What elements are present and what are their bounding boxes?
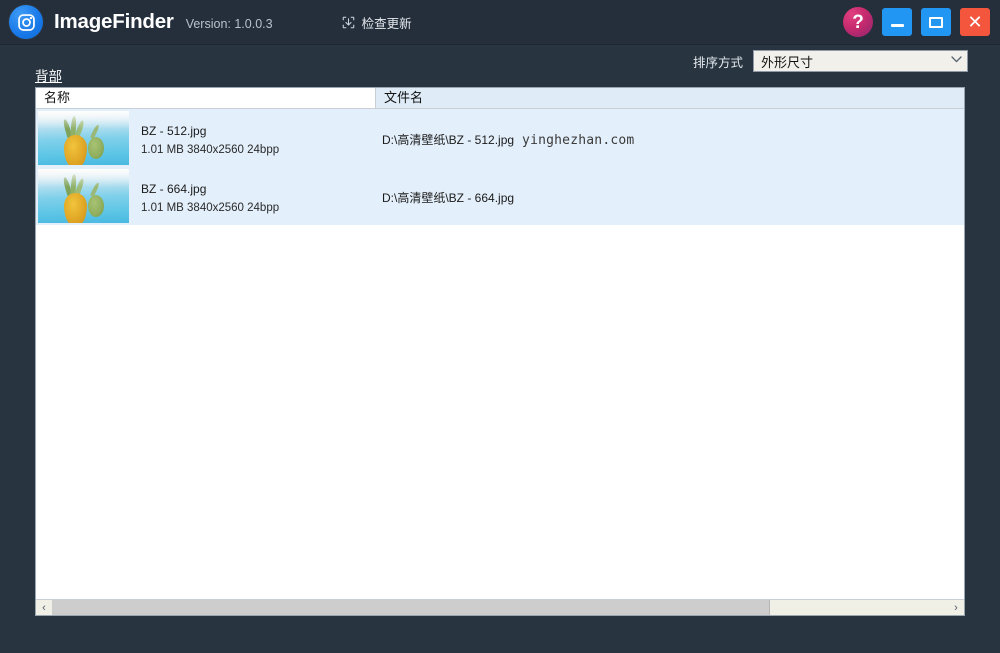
check-update-label: 检查更新 xyxy=(361,16,412,31)
download-box-icon xyxy=(341,15,356,30)
camera-icon xyxy=(9,5,43,39)
app-logo xyxy=(9,5,43,39)
close-icon: ✕ xyxy=(967,12,983,32)
help-button[interactable]: ? xyxy=(843,7,873,37)
scroll-right-arrow-icon[interactable]: › xyxy=(948,600,964,615)
file-name-label: BZ - 664.jpg xyxy=(141,182,207,196)
image-list-panel: 名称 文件名 BZ - 512.jpg 1.01 MB 3840x2560 24… xyxy=(35,87,965,616)
minimize-icon xyxy=(890,24,904,27)
row-meta: BZ - 512.jpg 1.01 MB 3840x2560 24bpp xyxy=(141,109,279,159)
maximize-icon xyxy=(929,16,943,28)
file-info-label: 1.01 MB 3840x2560 24bpp xyxy=(141,202,280,215)
maximize-button[interactable] xyxy=(921,8,951,36)
table-row[interactable]: BZ - 512.jpg 1.01 MB 3840x2560 24bpp D:\… xyxy=(36,109,964,167)
file-path-label: D:\高清壁纸\BZ - 512.jpg xyxy=(382,133,515,147)
sort-select[interactable]: 外形尺寸 xyxy=(753,50,968,72)
table-row[interactable]: BZ - 664.jpg 1.01 MB 3840x2560 24bpp D:\… xyxy=(36,167,964,225)
row-path-cell: D:\高清壁纸\BZ - 664.jpg xyxy=(376,167,964,206)
back-link[interactable]: 背部 xyxy=(35,65,62,85)
row-meta: BZ - 664.jpg 1.01 MB 3840x2560 24bpp xyxy=(141,167,279,217)
row-name-cell: BZ - 664.jpg 1.01 MB 3840x2560 24bpp xyxy=(36,167,376,223)
scrollbar-thumb[interactable] xyxy=(52,600,770,615)
file-name-label: BZ - 512.jpg xyxy=(141,124,207,138)
application-window: ImageFinder Version: 1.0.0.3 检查更新 ? ✕ 排序… xyxy=(0,0,1000,653)
question-mark-icon: ? xyxy=(852,11,864,33)
file-info-label: 1.01 MB 3840x2560 24bpp xyxy=(141,144,280,157)
column-header-filename[interactable]: 文件名 xyxy=(376,88,964,108)
title-bar: ImageFinder Version: 1.0.0.3 检查更新 ? ✕ xyxy=(0,0,1000,45)
app-version: Version: 1.0.0.3 xyxy=(185,17,273,31)
file-path-label: D:\高清壁纸\BZ - 664.jpg xyxy=(382,191,515,205)
column-header-name[interactable]: 名称 xyxy=(36,88,376,108)
sort-select-value: 外形尺寸 xyxy=(761,54,814,70)
list-body: BZ - 512.jpg 1.01 MB 3840x2560 24bpp D:\… xyxy=(36,109,964,599)
close-button[interactable]: ✕ xyxy=(960,8,990,36)
pineapple-thumbnail xyxy=(38,169,129,223)
pineapple-thumbnail xyxy=(38,111,129,165)
row-path-cell: D:\高清壁纸\BZ - 512.jpg yinghezhan.com xyxy=(376,109,964,148)
check-update-button[interactable]: 检查更新 xyxy=(341,13,412,32)
minimize-button[interactable] xyxy=(882,8,912,36)
window-controls: ? ✕ xyxy=(843,7,990,37)
horizontal-scrollbar[interactable]: ‹ › xyxy=(36,599,964,615)
scroll-left-arrow-icon[interactable]: ‹ xyxy=(36,600,52,615)
scrollbar-track[interactable] xyxy=(52,600,948,615)
list-rows: BZ - 512.jpg 1.01 MB 3840x2560 24bpp D:\… xyxy=(36,109,964,225)
row-name-cell: BZ - 512.jpg 1.01 MB 3840x2560 24bpp xyxy=(36,109,376,165)
sort-label: 排序方式 xyxy=(692,55,743,70)
app-title: ImageFinder xyxy=(54,10,174,33)
watermark-label: yinghezhan.com xyxy=(522,133,635,148)
list-header: 名称 文件名 xyxy=(36,88,964,109)
sort-bar: 排序方式 外形尺寸 xyxy=(693,50,968,72)
chevron-down-icon xyxy=(951,56,962,66)
